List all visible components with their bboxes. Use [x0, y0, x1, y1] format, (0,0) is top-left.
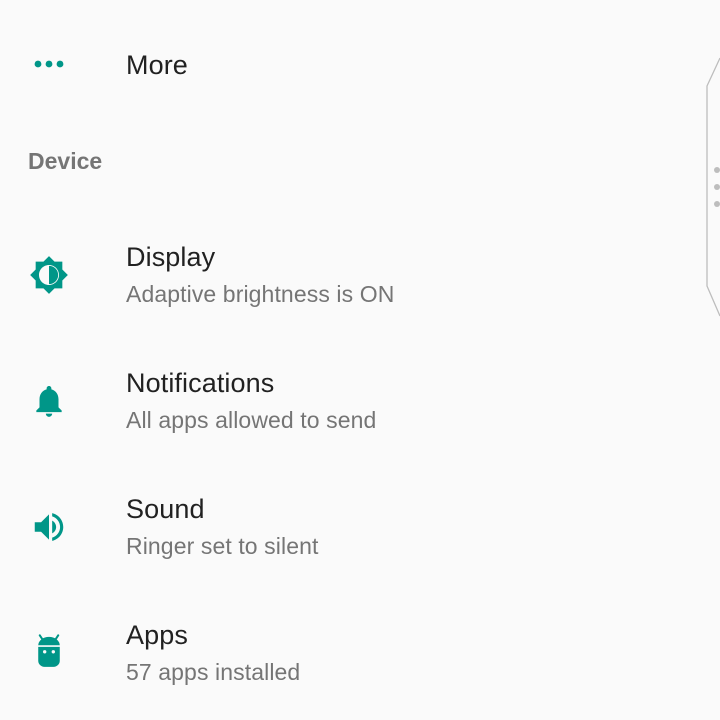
bell-icon — [24, 376, 74, 426]
settings-item-title: More — [126, 50, 188, 80]
settings-item-sound[interactable]: Sound Ringer set to silent — [0, 482, 700, 582]
settings-item-subtitle: All apps allowed to send — [126, 407, 377, 433]
settings-item-title: Notifications — [126, 368, 275, 398]
side-panel-handle[interactable] — [704, 56, 720, 318]
settings-item-subtitle: Ringer set to silent — [126, 533, 319, 559]
settings-item-title: Display — [126, 242, 216, 272]
settings-item-more[interactable]: More — [0, 30, 700, 102]
android-icon — [24, 628, 74, 678]
section-header-device: Device — [28, 148, 103, 174]
settings-item-subtitle: Adaptive brightness is ON — [126, 281, 395, 307]
volume-icon — [24, 502, 74, 552]
settings-item-notifications[interactable]: Notifications All apps allowed to send — [0, 356, 700, 456]
settings-item-display[interactable]: Display Adaptive brightness is ON — [0, 230, 700, 330]
settings-screen: More Device Display Adaptive brightness … — [0, 0, 720, 720]
settings-item-title: Sound — [126, 494, 205, 524]
settings-item-subtitle: 57 apps installed — [126, 659, 301, 685]
settings-item-title: Apps — [126, 620, 188, 650]
more-horiz-icon — [24, 39, 74, 89]
brightness-icon — [24, 250, 74, 300]
settings-item-apps[interactable]: Apps 57 apps installed — [0, 608, 700, 708]
